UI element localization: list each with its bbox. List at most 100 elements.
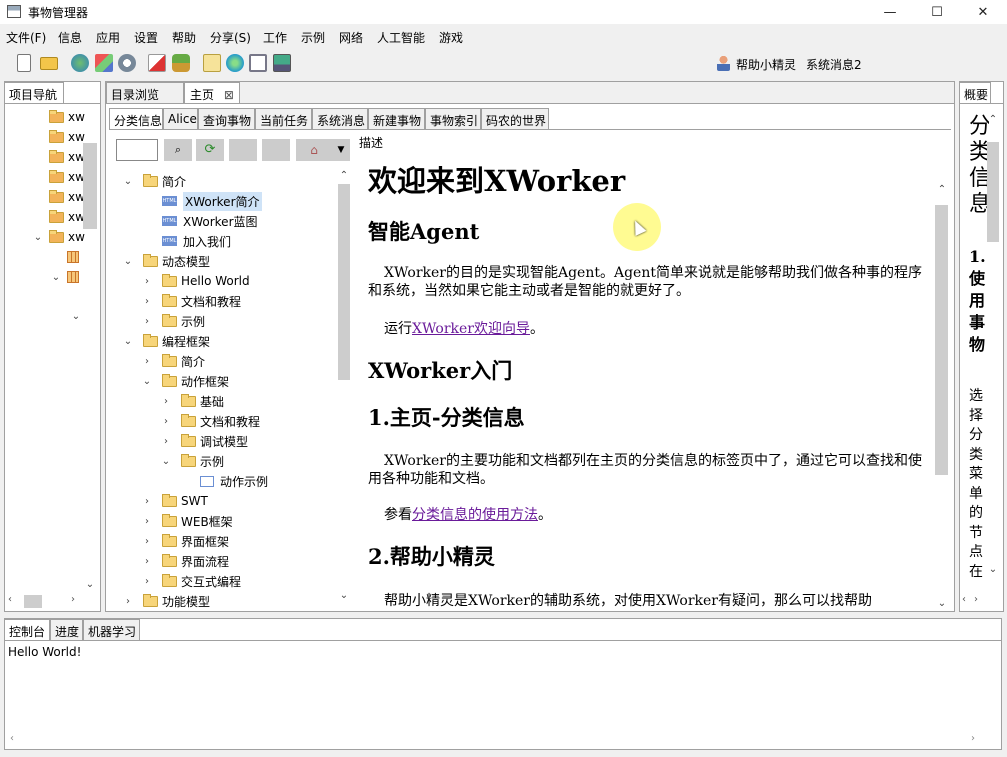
maximize-button[interactable]: ☐ [914, 0, 960, 24]
chevron-right-icon[interactable]: › [142, 576, 152, 587]
chevron-down-icon[interactable]: ⌄ [123, 256, 133, 267]
subtab-query[interactable]: 查询事物 [198, 108, 255, 129]
tree-node[interactable]: ⌄ 简介 [123, 171, 186, 191]
close-button[interactable]: ✕ [960, 0, 1006, 24]
search-input[interactable] [116, 139, 158, 161]
overview-scrollbar[interactable]: ⌃ ⌄ [986, 114, 1000, 584]
subtab-current-tasks[interactable]: 当前任务 [255, 108, 312, 129]
chevron-right-icon[interactable]: › [161, 416, 171, 427]
chevron-right-icon[interactable]: › [161, 396, 171, 407]
tree-node[interactable]: ⌄ 编程框架 [123, 331, 210, 351]
tree-node[interactable]: › 文档和教程 [142, 291, 241, 311]
open-folder-icon[interactable] [40, 57, 58, 70]
nav-scroll-thumb[interactable] [83, 143, 97, 229]
subtab-thing-index[interactable]: 事物索引 [425, 108, 481, 129]
console-output[interactable]: Hello World! [8, 645, 81, 659]
project-nav-item[interactable]: xw [49, 187, 85, 207]
tree-scrollbar[interactable]: ⌃ ⌄ [336, 170, 352, 608]
tree-node[interactable]: 动作示例 [180, 471, 268, 491]
console-scroll-right-icon[interactable]: › [971, 733, 975, 744]
tree-node[interactable]: HTML XWorker蓝图 [142, 211, 258, 231]
menu-ai[interactable]: 人工智能 [377, 29, 425, 46]
refresh-globe-icon[interactable] [71, 54, 89, 72]
menu-network[interactable]: 网络 [339, 29, 363, 46]
subtab-category-info[interactable]: 分类信息 [109, 108, 163, 129]
overview-scroll-down-icon[interactable]: ⌄ [988, 564, 998, 575]
tab-directory-browse[interactable]: 目录浏览 [106, 82, 184, 103]
project-nav-item[interactable]: xw [49, 127, 85, 147]
tab-close-icon[interactable]: ⊠ [224, 88, 234, 102]
project-nav-child[interactable]: ⌄ [51, 267, 79, 287]
home-icon[interactable]: ⌂ [296, 139, 332, 161]
content-scroll-thumb[interactable] [935, 205, 948, 475]
pdf-icon[interactable] [148, 54, 166, 72]
tab-machine-learning[interactable]: 机器学习 [83, 619, 140, 640]
chevron-down-icon[interactable]: ⌄ [33, 232, 43, 243]
content-scroll-down-icon[interactable]: ⌄ [937, 598, 947, 609]
chevron-right-icon[interactable]: › [161, 436, 171, 447]
chevron-down-icon[interactable]: ⌄ [71, 311, 81, 322]
refresh-icon[interactable]: ⟳ [196, 139, 224, 161]
settings-globe-icon[interactable] [118, 54, 136, 72]
tree-node[interactable]: ⌄ 动作框架 [142, 371, 229, 391]
content-scroll-up-icon[interactable]: ⌃ [937, 184, 947, 195]
globe-icon[interactable] [226, 54, 244, 72]
chevron-right-icon[interactable]: › [142, 556, 152, 567]
menu-games[interactable]: 游戏 [439, 29, 463, 46]
chevron-right-icon[interactable]: › [123, 596, 133, 607]
console-scroll-left-icon[interactable]: ‹ [10, 733, 14, 744]
tree-node[interactable]: HTML XWorker简介 [142, 191, 262, 211]
minimize-button[interactable]: — [867, 0, 913, 24]
tree-node[interactable]: › SWT [142, 491, 208, 511]
chevron-down-icon[interactable]: ⌄ [161, 456, 171, 467]
chevron-down-icon[interactable]: ⌄ [123, 336, 133, 347]
menu-help[interactable]: 帮助 [172, 29, 196, 46]
tree-node[interactable]: › 交互式编程 [142, 571, 241, 591]
tab-progress[interactable]: 进度 [50, 619, 83, 640]
tree-node[interactable]: › 调试模型 [161, 431, 248, 451]
plant-icon[interactable] [172, 54, 190, 72]
chevron-right-icon[interactable]: › [142, 276, 152, 287]
monitor-icon[interactable] [273, 54, 291, 72]
tree-tool-blank-1[interactable] [229, 139, 257, 161]
project-nav-item[interactable]: xw [49, 147, 85, 167]
content-scrollbar[interactable]: ⌃ ⌄ [934, 184, 950, 612]
menu-apps[interactable]: 应用 [96, 29, 120, 46]
shapes-icon[interactable] [95, 54, 113, 72]
scroll-left-icon[interactable]: ‹ [8, 594, 12, 605]
subtab-new-thing[interactable]: 新建事物 [368, 108, 425, 129]
tab-home[interactable]: 主页 ⊠ [184, 82, 240, 103]
tab-project-nav[interactable]: 项目导航 [4, 82, 64, 103]
project-nav-item[interactable]: ⌄ xw [33, 227, 85, 247]
chevron-right-icon[interactable]: › [142, 296, 152, 307]
tree-node[interactable]: ⌄ 动态模型 [123, 251, 210, 271]
chevron-right-icon[interactable]: › [142, 496, 152, 507]
chevron-down-icon[interactable]: ⌄ [51, 272, 61, 283]
tree-node[interactable]: › 基础 [161, 391, 224, 411]
project-nav-item[interactable]: xw [49, 167, 85, 187]
menu-info[interactable]: 信息 [58, 29, 82, 46]
chevron-right-icon[interactable]: › [142, 536, 152, 547]
tree-node[interactable]: › WEB框架 [142, 511, 233, 531]
tree-node[interactable]: › 示例 [142, 311, 205, 331]
window-icon[interactable] [249, 54, 267, 72]
project-nav-child[interactable] [67, 247, 79, 267]
tree-node[interactable]: HTML 加入我们 [142, 231, 231, 251]
nav-hscroll-thumb[interactable] [24, 595, 42, 608]
project-nav-item[interactable]: xw [49, 107, 85, 127]
tab-console[interactable]: 控制台 [4, 619, 50, 640]
scroll-right-icon[interactable]: › [71, 594, 75, 605]
tree-node[interactable]: › 界面流程 [142, 551, 229, 571]
menu-work[interactable]: 工作 [263, 29, 287, 46]
binoculars-icon[interactable]: ⌕ [164, 139, 192, 161]
tree-node[interactable]: › Hello World [142, 271, 250, 291]
subtab-system-messages[interactable]: 系统消息 [312, 108, 368, 129]
subtab-alice[interactable]: Alice [163, 108, 198, 129]
tree-scroll-up-icon[interactable]: ⌃ [339, 170, 349, 181]
note-icon[interactable] [203, 54, 221, 72]
menu-examples[interactable]: 示例 [301, 29, 325, 46]
welcome-wizard-link[interactable]: XWorker欢迎向导 [412, 321, 530, 337]
dropdown-arrow-icon[interactable]: ▼ [332, 139, 350, 161]
overview-scroll-right-icon[interactable]: › [974, 594, 978, 605]
tree-tool-blank-2[interactable] [262, 139, 290, 161]
